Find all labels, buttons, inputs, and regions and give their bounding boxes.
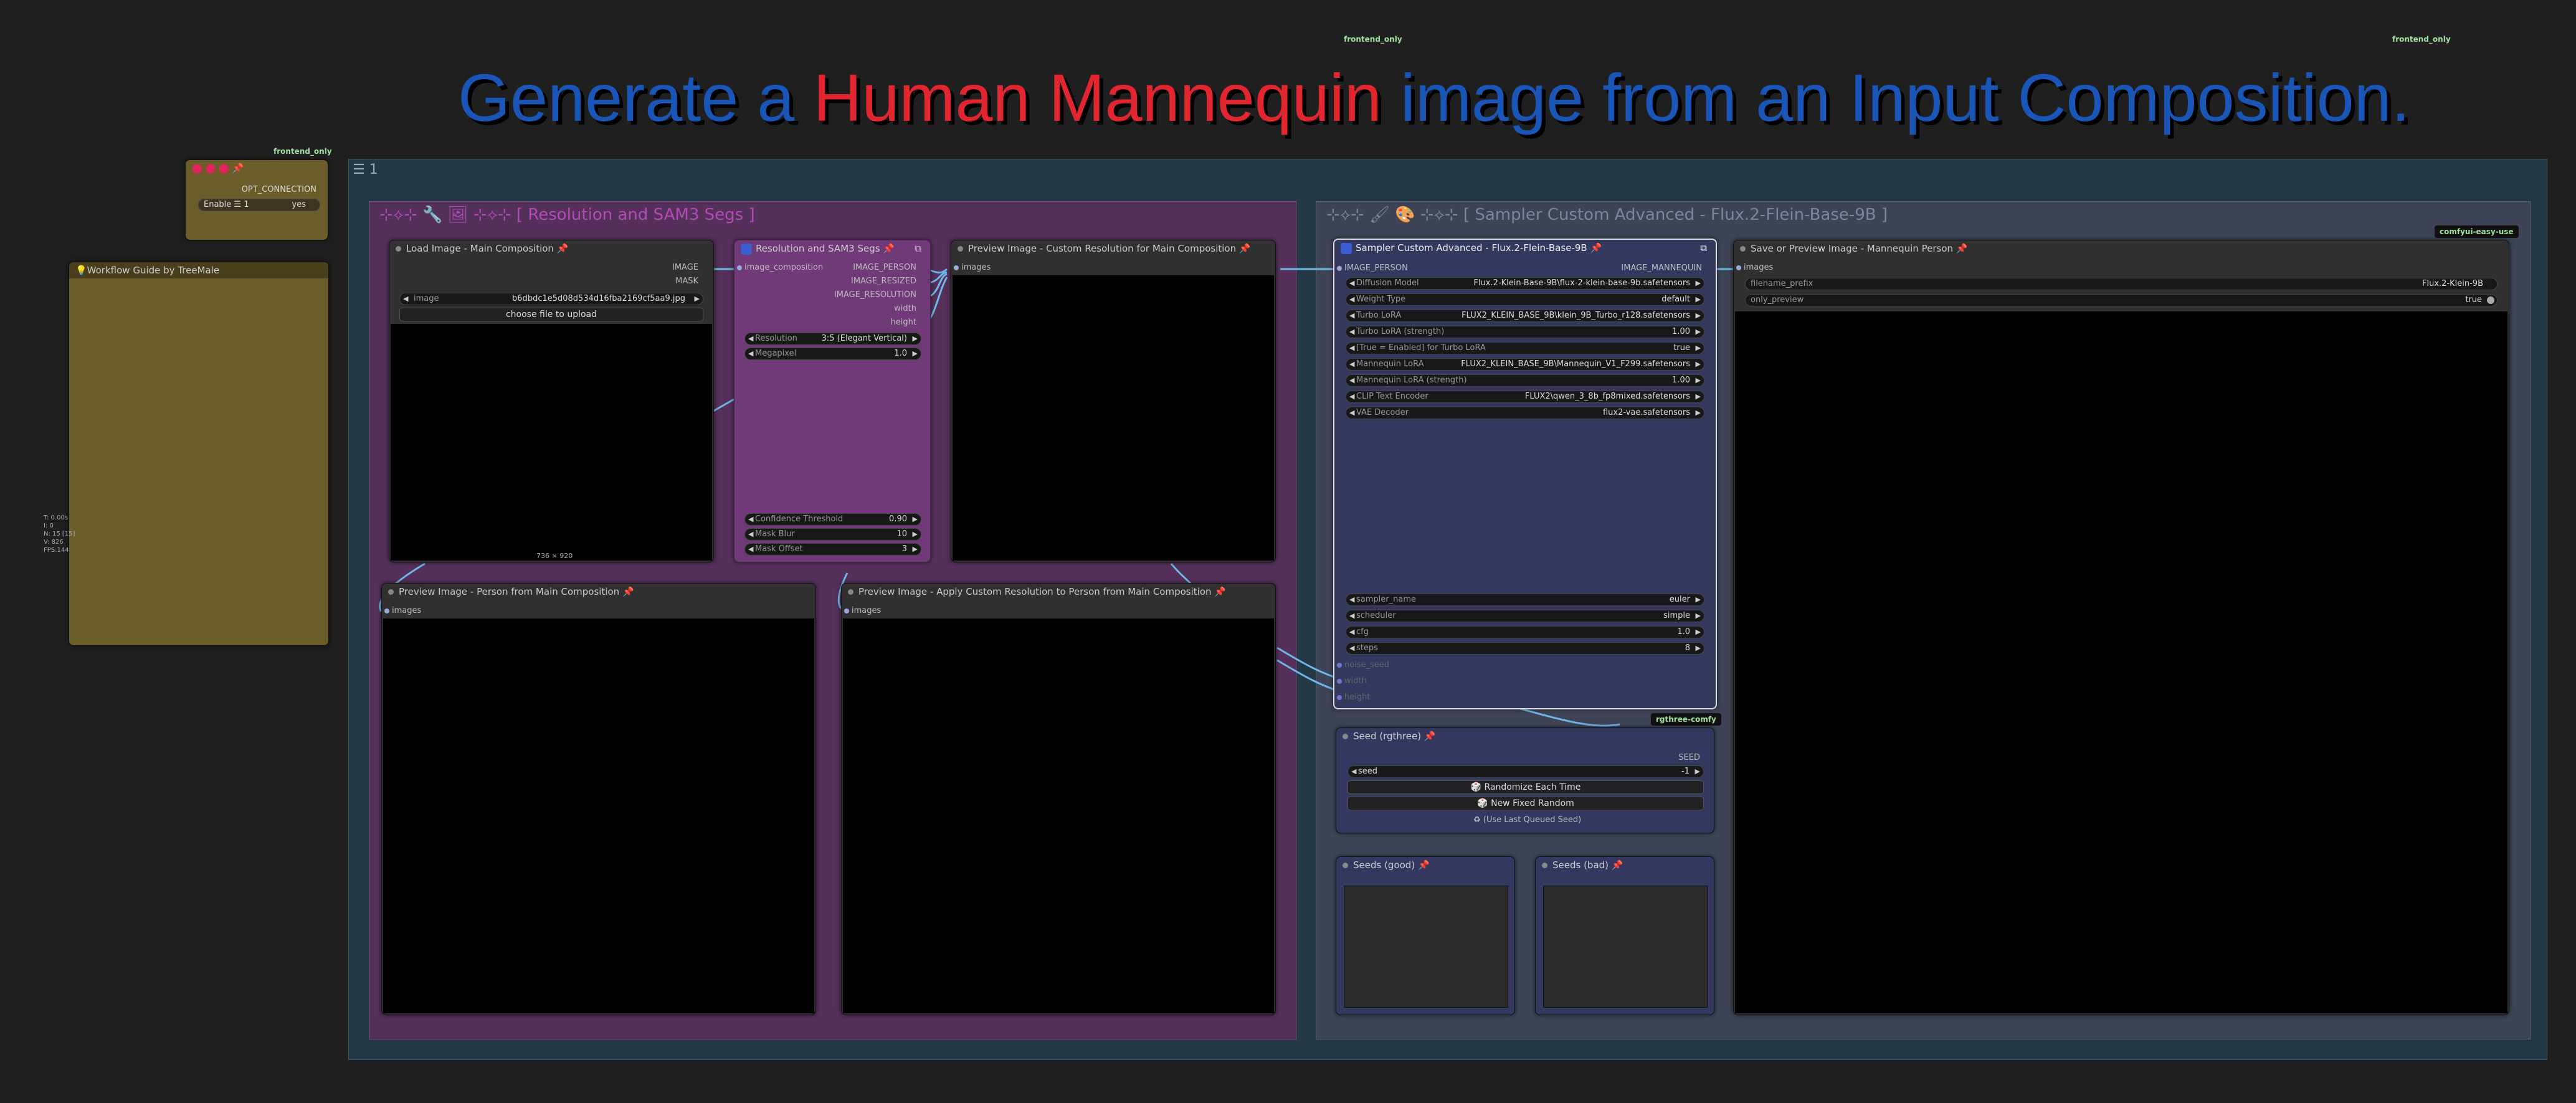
toggle-knob-icon: [2487, 296, 2494, 304]
seed-rgthree-node[interactable]: Seed (rgthree) 📌 SEED ◀ seed -1 ▶ 🎲 Randomi…: [1336, 727, 1714, 833]
preview-person-node[interactable]: Preview Image - Person from Main Composi…: [381, 583, 816, 1015]
sampler-custom-advanced-node[interactable]: Sampler Custom Advanced - Flux.2-Flein-B…: [1333, 239, 1717, 709]
width-input[interactable]: width: [1334, 676, 1367, 686]
sampler-widget-diffusion-model[interactable]: ◀ Diffusion Model Flux.2-Klein-Base-9B\flu…: [1346, 277, 1704, 290]
save-preview-node[interactable]: Save or Preview Image - Mannequin Person…: [1733, 240, 2509, 1015]
preview-apply-resolution-header[interactable]: Preview Image - Apply Custom Resolution …: [842, 584, 1275, 600]
height-input[interactable]: height: [1334, 693, 1370, 702]
randomize-each-time-button[interactable]: 🎲 Randomize Each Time: [1347, 780, 1704, 794]
seeds-bad-node[interactable]: Seeds (bad) 📌: [1535, 856, 1714, 1015]
seeds-good-node[interactable]: Seeds (good) 📌: [1336, 856, 1515, 1015]
save-images-input[interactable]: images: [1734, 263, 1773, 272]
sampler-widget-weight-type[interactable]: ◀ Weight Type default ▶: [1346, 293, 1704, 306]
sampler-widget-true-enabled-for-turbo-lora[interactable]: ◀ [True = Enabled] for Turbo LoRA true ▶: [1346, 342, 1704, 354]
choose-file-button[interactable]: choose file to upload: [399, 308, 703, 321]
sampler-widget-mannequin-lora[interactable]: ◀ Mannequin LoRA FLUX2_KLEIN_BASE_9B\Manne…: [1346, 358, 1704, 371]
image-output[interactable]: IMAGE: [672, 263, 698, 272]
sampler-widget-scheduler[interactable]: ◀ scheduler simple ▶: [1346, 610, 1704, 622]
rgthree-badge: rgthree-comfy: [1651, 713, 1721, 726]
preview3-image-area: [843, 618, 1274, 1013]
load-image-preview: [391, 324, 712, 561]
expand-icon[interactable]: ⧉: [1700, 240, 1707, 256]
preview-custom-resolution-node[interactable]: Preview Image - Custom Resolution for Ma…: [951, 240, 1276, 562]
resolution-widget[interactable]: ◀ Resolution 3:5 (Elegant Vertical) ▶: [744, 333, 921, 345]
expand-icon[interactable]: ⧉: [915, 240, 921, 257]
load-image-header[interactable]: Load Image - Main Composition 📌: [389, 240, 713, 257]
sampler-header[interactable]: Sampler Custom Advanced - Flux.2-Flein-B…: [1334, 240, 1716, 256]
image-mannequin-output[interactable]: IMAGE_MANNEQUIN: [1621, 263, 1702, 273]
load-image-node[interactable]: Load Image - Main Composition 📌 IMAGE MA…: [389, 240, 714, 562]
seeds-bad-header[interactable]: Seeds (bad) 📌: [1536, 857, 1714, 873]
sampler-widget-turbo-lora-strength[interactable]: ◀ Turbo LoRA (strength) 1.00 ▶: [1346, 326, 1704, 338]
seeds-bad-list[interactable]: [1543, 886, 1708, 1008]
mask-offset-widget[interactable]: ◀ Mask Offset 3 ▶: [744, 543, 921, 556]
node-icon: [741, 243, 752, 255]
save-preview-image-area: [1735, 311, 2507, 1013]
image-resized-output[interactable]: IMAGE_RESIZED: [851, 277, 916, 286]
preview-custom-resolution-header[interactable]: Preview Image - Custom Resolution for Ma…: [951, 240, 1275, 257]
image-composition-input[interactable]: image_composition: [734, 263, 823, 272]
filename-prefix-widget[interactable]: filename_prefix Flux.2-Klein-9B: [1745, 278, 2498, 290]
seed-header[interactable]: Seed (rgthree) 📌: [1336, 728, 1714, 744]
preview3-images-input[interactable]: images: [842, 606, 881, 615]
node-icon: [1341, 242, 1352, 254]
image-select-widget[interactable]: ◀ image b6dbdc1e5d08d534d16fba2169cf5aa9.j…: [399, 293, 703, 305]
only-preview-toggle[interactable]: only_preview true: [1745, 294, 2498, 306]
megapixel-widget[interactable]: ◀ Megapixel 1.0 ▶: [744, 348, 921, 360]
resolution-sam3-node[interactable]: Resolution and SAM3 Segs 📌 ⧉ image_compo…: [734, 240, 931, 562]
image-person-output[interactable]: IMAGE_PERSON: [853, 263, 916, 272]
sampler-widget-turbo-lora[interactable]: ◀ Turbo LoRA FLUX2_KLEIN_BASE_9B\klein_9B_…: [1346, 310, 1704, 322]
sampler-widget-mannequin-lora-strength[interactable]: ◀ Mannequin LoRA (strength) 1.00 ▶: [1346, 374, 1704, 387]
image-size-label: 736 × 920: [536, 552, 573, 560]
confidence-threshold-widget[interactable]: ◀ Confidence Threshold 0.90 ▶: [744, 513, 921, 526]
sampler-widget-steps[interactable]: ◀ steps 8 ▶: [1346, 642, 1704, 655]
noise-seed-input[interactable]: noise_seed: [1334, 660, 1389, 670]
mask-output[interactable]: MASK: [675, 277, 698, 286]
preview1-images-input[interactable]: images: [951, 263, 991, 272]
preview1-image-area: [953, 275, 1274, 561]
mask-blur-widget[interactable]: ◀ Mask Blur 10 ▶: [744, 528, 921, 541]
height-output[interactable]: height: [891, 318, 916, 327]
seed-output[interactable]: SEED: [1678, 753, 1700, 762]
sampler-widget-cfg[interactable]: ◀ cfg 1.0 ▶: [1346, 626, 1704, 638]
preview2-images-input[interactable]: images: [382, 606, 421, 615]
sampler-widget-clip-text-encoder[interactable]: ◀ CLIP Text Encoder FLUX2\qwen_3_8b_fp8mix…: [1346, 391, 1704, 403]
use-last-queued-seed-button[interactable]: ♻ (Use Last Queued Seed): [1473, 815, 1581, 825]
seeds-good-header[interactable]: Seeds (good) 📌: [1336, 857, 1514, 873]
sampler-widget-sampler-name[interactable]: ◀ sampler_name euler ▶: [1346, 594, 1704, 606]
resolution-sam3-header[interactable]: Resolution and SAM3 Segs 📌 ⧉: [734, 240, 930, 257]
width-output[interactable]: width: [894, 304, 916, 313]
preview-apply-resolution-node[interactable]: Preview Image - Apply Custom Resolution …: [841, 583, 1276, 1015]
preview2-image-area: [383, 618, 814, 1013]
preview-person-header[interactable]: Preview Image - Person from Main Composi…: [382, 584, 815, 600]
sampler-widget-vae-decoder[interactable]: ◀ VAE Decoder flux2-vae.safetensors ▶: [1346, 407, 1704, 419]
image-person-input[interactable]: IMAGE_PERSON: [1334, 263, 1408, 273]
seeds-good-list[interactable]: [1344, 886, 1508, 1008]
save-preview-header[interactable]: Save or Preview Image - Mannequin Person…: [1734, 240, 2509, 257]
new-fixed-random-button[interactable]: 🎲 New Fixed Random: [1347, 797, 1704, 810]
easy-use-badge: comfyui-easy-use: [2435, 225, 2519, 238]
seed-widget[interactable]: ◀ seed -1 ▶: [1347, 765, 1704, 778]
image-resolution-output[interactable]: IMAGE_RESOLUTION: [834, 290, 916, 300]
